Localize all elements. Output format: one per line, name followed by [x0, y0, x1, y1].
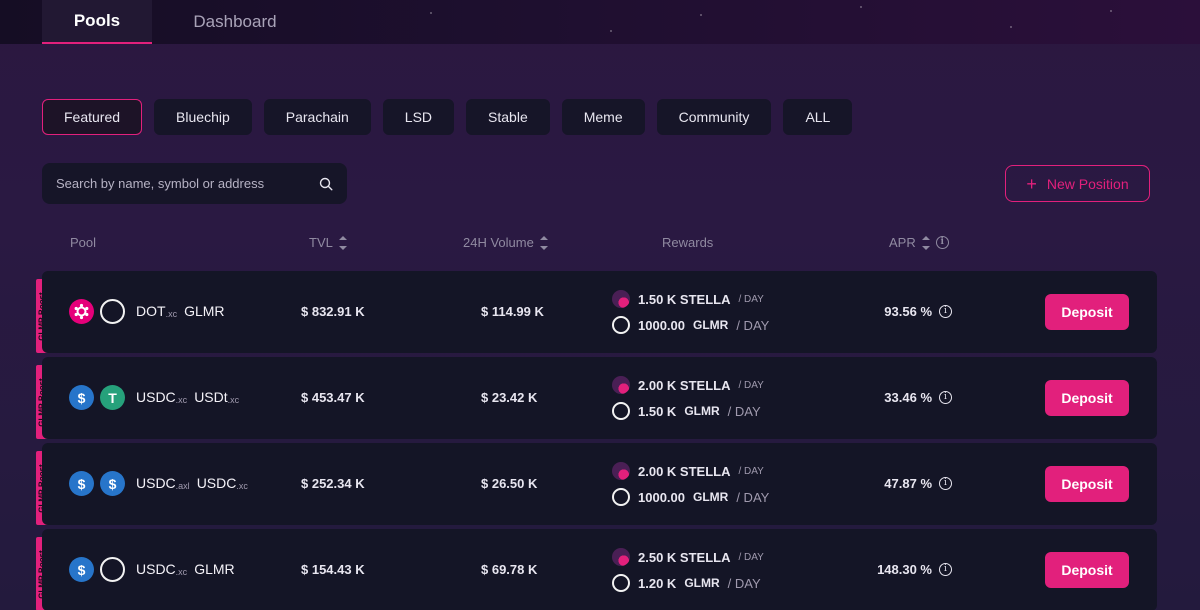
moonbeam-icon	[612, 488, 630, 506]
polkadot-icon	[69, 299, 94, 324]
token-b: GLMR	[194, 561, 235, 577]
usdc-icon: $	[69, 385, 94, 410]
deposit-button[interactable]: Deposit	[1045, 552, 1129, 588]
column-rewards: Rewards	[662, 235, 714, 250]
volume-value: $ 23.42 K	[481, 390, 538, 405]
reward-glmr: 1000.00 GLMR / DAY	[612, 488, 769, 506]
new-position-button[interactable]: + New Position	[1005, 165, 1150, 202]
info-icon[interactable]: i	[939, 391, 952, 404]
new-position-label: New Position	[1046, 175, 1129, 192]
column-pool: Pool	[70, 235, 97, 250]
deposit-button[interactable]: Deposit	[1045, 380, 1129, 416]
category-bluechip[interactable]: Bluechip	[154, 99, 252, 135]
category-meme[interactable]: Meme	[561, 99, 645, 135]
moonbeam-icon	[612, 402, 630, 420]
info-icon[interactable]: i	[939, 305, 952, 318]
apr-value: 47.87 % i	[884, 476, 952, 491]
tvl-value: $ 832.91 K	[301, 304, 365, 319]
token-a: USDC.xc	[136, 389, 188, 405]
token-b: USDt.xc	[194, 389, 240, 405]
pool-row[interactable]: $ $ USDC.axl USDC.xc $ 252.34 K $ 26.50 …	[42, 443, 1157, 525]
reward-stella: 1.50 K STELLA / DAY	[612, 290, 764, 308]
pool-pair: USDC.xc GLMR	[136, 561, 235, 577]
reward-stella: 2.00 K STELLA / DAY	[612, 376, 764, 394]
apr-value: 93.56 % i	[884, 304, 952, 319]
stella-icon	[612, 548, 630, 566]
pool-pair: USDC.axl USDC.xc	[136, 475, 248, 491]
sort-icon	[539, 235, 548, 250]
pool-token-icons	[69, 299, 125, 324]
reward-glmr: 1000.00 GLMR / DAY	[612, 316, 769, 334]
search-icon[interactable]	[319, 177, 333, 191]
moonbeam-icon	[100, 299, 125, 324]
usdt-icon: T	[100, 385, 125, 410]
token-a: USDC.axl	[136, 475, 190, 491]
top-nav: Pools Dashboard	[0, 0, 1200, 44]
moonbeam-icon	[612, 316, 630, 334]
sort-icon	[921, 235, 930, 250]
column-apr[interactable]: APR i	[889, 235, 949, 250]
search-input[interactable]	[56, 176, 319, 191]
moonbeam-icon	[612, 574, 630, 592]
pool-token-icons: $ T	[69, 385, 125, 410]
category-stable[interactable]: Stable	[466, 99, 550, 135]
tvl-value: $ 154.43 K	[301, 562, 365, 577]
tvl-value: $ 252.34 K	[301, 476, 365, 491]
plus-icon: +	[1026, 173, 1037, 194]
token-b: USDC.xc	[196, 475, 248, 491]
deposit-button[interactable]: Deposit	[1045, 466, 1129, 502]
apr-value: 148.30 % i	[877, 562, 952, 577]
tvl-value: $ 453.47 K	[301, 390, 365, 405]
pool-pair: USDC.xc USDt.xc	[136, 389, 239, 405]
pool-pair: DOT.xc GLMR	[136, 303, 225, 319]
token-b: GLMR	[184, 303, 225, 319]
tab-dashboard[interactable]: Dashboard	[180, 0, 290, 44]
info-icon[interactable]: i	[935, 236, 949, 249]
volume-value: $ 26.50 K	[481, 476, 538, 491]
pool-row[interactable]: $ USDC.xc GLMR $ 154.43 K $ 69.78 K 2.50…	[42, 529, 1157, 610]
volume-value: $ 69.78 K	[481, 562, 538, 577]
moonbeam-icon	[100, 557, 125, 582]
stella-icon	[612, 376, 630, 394]
pool-row[interactable]: $ T USDC.xc USDt.xc $ 453.47 K $ 23.42 K…	[42, 357, 1157, 439]
table-header: Pool TVL 24H Volume Rewards APR i	[0, 235, 1200, 253]
reward-stella: 2.00 K STELLA / DAY	[612, 462, 764, 480]
reward-glmr: 1.50 K GLMR / DAY	[612, 402, 761, 420]
column-tvl[interactable]: TVL	[309, 235, 347, 250]
usdc-icon: $	[69, 471, 94, 496]
search-box	[42, 163, 347, 204]
reward-stella: 2.50 K STELLA / DAY	[612, 548, 764, 566]
category-featured[interactable]: Featured	[42, 99, 143, 135]
category-parachain[interactable]: Parachain	[263, 99, 371, 135]
stella-icon	[612, 290, 630, 308]
reward-glmr: 1.20 K GLMR / DAY	[612, 574, 761, 592]
info-icon[interactable]: i	[939, 563, 952, 576]
deposit-button[interactable]: Deposit	[1045, 294, 1129, 330]
pool-token-icons: $ $	[69, 471, 125, 496]
stella-icon	[612, 462, 630, 480]
token-a: DOT.xc	[136, 303, 178, 319]
sort-icon	[338, 235, 347, 250]
pool-row[interactable]: DOT.xc GLMR $ 832.91 K $ 114.99 K 1.50 K…	[42, 271, 1157, 353]
pool-token-icons: $	[69, 557, 125, 582]
apr-value: 33.46 % i	[884, 390, 952, 405]
category-filter-bar: Featured Bluechip Parachain LSD Stable M…	[42, 99, 853, 135]
volume-value: $ 114.99 K	[481, 304, 544, 319]
category-lsd[interactable]: LSD	[382, 99, 455, 135]
info-icon[interactable]: i	[939, 477, 952, 490]
usdc-icon: $	[100, 471, 125, 496]
category-community[interactable]: Community	[656, 99, 772, 135]
tab-pools[interactable]: Pools	[42, 0, 152, 44]
usdc-icon: $	[69, 557, 94, 582]
category-all[interactable]: ALL	[783, 99, 853, 135]
token-a: USDC.xc	[136, 561, 188, 577]
column-volume[interactable]: 24H Volume	[463, 235, 548, 250]
